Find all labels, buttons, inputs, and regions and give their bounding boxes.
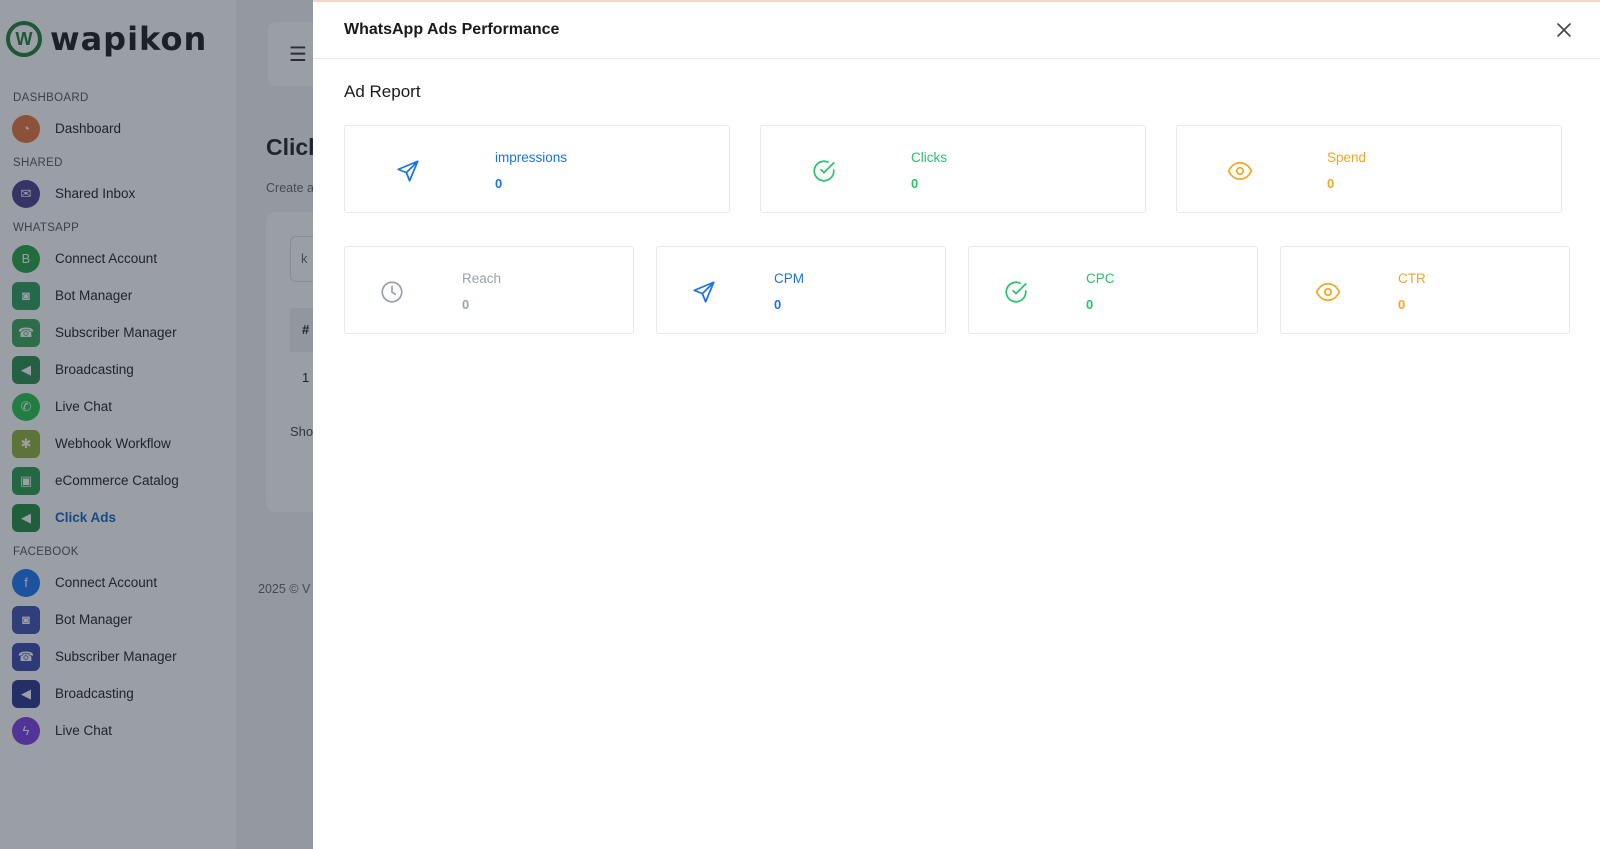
metric-card-impressions: impressions 0 bbox=[344, 125, 730, 213]
metric-label: impressions bbox=[495, 150, 568, 165]
metric-label: CPC bbox=[1086, 271, 1115, 286]
ads-performance-panel: WhatsApp Ads Performance Ad Report impre… bbox=[313, 0, 1600, 849]
metric-value: 0 bbox=[1398, 297, 1406, 312]
check-circle-icon bbox=[813, 160, 835, 182]
metric-value: 0 bbox=[1327, 176, 1335, 191]
metric-value: 0 bbox=[495, 176, 503, 191]
metric-value: 0 bbox=[462, 297, 470, 312]
metric-card-reach: Reach 0 bbox=[344, 246, 634, 334]
metric-card-cpm: CPM 0 bbox=[656, 246, 946, 334]
eye-icon bbox=[1227, 162, 1253, 180]
close-icon bbox=[1557, 23, 1571, 37]
panel-title: WhatsApp Ads Performance bbox=[344, 21, 560, 38]
metric-card-spend: Spend 0 bbox=[1176, 125, 1562, 213]
metric-card-ctr: CTR 0 bbox=[1280, 246, 1570, 334]
metric-label: Spend bbox=[1327, 150, 1367, 165]
panel-header: WhatsApp Ads Performance bbox=[313, 2, 1600, 59]
metric-label: CPM bbox=[774, 271, 804, 286]
clock-icon bbox=[381, 281, 403, 303]
metric-value: 0 bbox=[1086, 297, 1094, 312]
close-button[interactable] bbox=[1552, 18, 1576, 42]
eye-icon bbox=[1315, 283, 1341, 301]
metric-value: 0 bbox=[774, 297, 782, 312]
metric-label: Clicks bbox=[911, 150, 947, 165]
metric-card-clicks: Clicks 0 bbox=[760, 125, 1146, 213]
send-icon bbox=[397, 160, 419, 182]
metric-label: Reach bbox=[462, 271, 502, 286]
report-title: Ad Report bbox=[344, 82, 421, 101]
metric-card-cpc: CPC 0 bbox=[968, 246, 1258, 334]
metric-value: 0 bbox=[911, 176, 919, 191]
send-icon bbox=[693, 281, 715, 303]
metric-label: CTR bbox=[1398, 271, 1426, 286]
check-circle-icon bbox=[1005, 281, 1027, 303]
